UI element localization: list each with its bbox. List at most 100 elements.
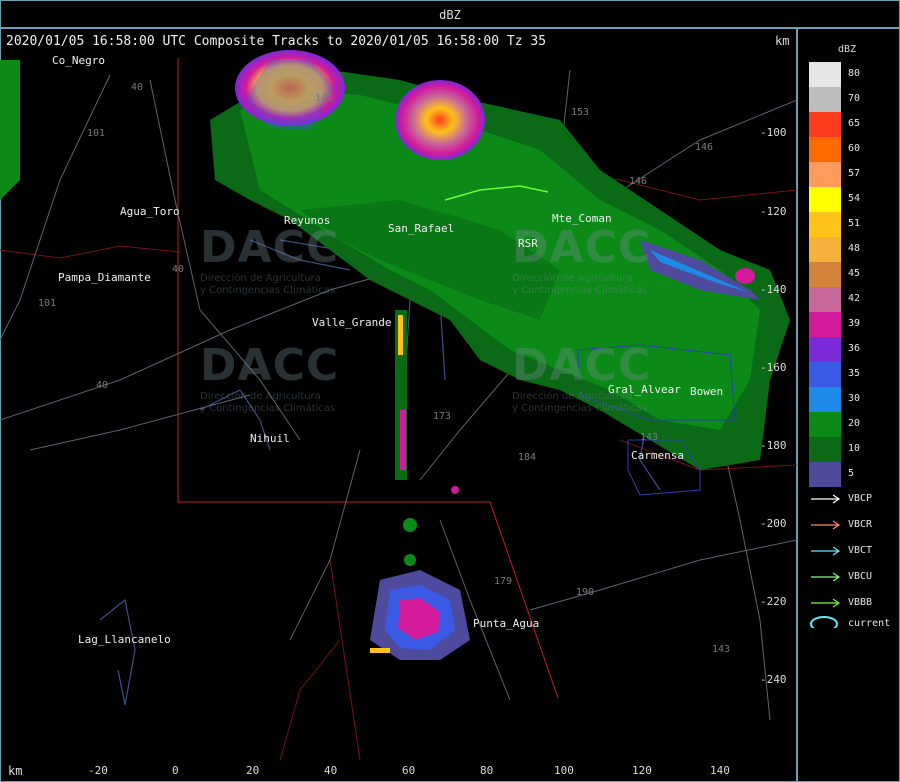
legend-level-label: 30 xyxy=(848,393,861,404)
legend-level-label: 51 xyxy=(848,218,861,229)
legend-level-label: 60 xyxy=(848,143,861,154)
place-label: Valle_Grande xyxy=(312,316,392,329)
dacc-watermark-2: DACC Dirección de Agricultura y Continge… xyxy=(200,340,340,414)
legend-swatch xyxy=(809,62,841,87)
legend-swatch xyxy=(809,387,841,412)
place-label: RSR xyxy=(518,237,538,250)
legend-swatch xyxy=(809,212,841,237)
legend-level-label: 35 xyxy=(848,368,861,379)
legend-swatch xyxy=(809,237,841,262)
dacc-watermark-4: DACC Dirección de Agricultura y Continge… xyxy=(512,340,652,414)
road-label: 179 xyxy=(494,576,513,587)
road-label: 101 xyxy=(38,298,57,309)
track-arrow-icon xyxy=(811,572,841,582)
dacc-watermark-1: DACC Dirección de Agricultura y Continge… xyxy=(200,222,340,296)
road-label: 101 xyxy=(87,128,106,139)
place-label: Reyunos xyxy=(284,214,331,227)
road-label: 190 xyxy=(576,587,595,598)
road-label: 40 xyxy=(131,82,144,93)
x-tick-label: 140 xyxy=(710,764,730,777)
road-label: 143 xyxy=(640,432,659,443)
road-label: 153 xyxy=(571,107,590,118)
legend-level-label: 10 xyxy=(848,443,861,454)
southern-cells xyxy=(370,310,470,660)
y-tick-label: -120 xyxy=(760,205,787,218)
place-label: Mte_Coman xyxy=(552,212,612,225)
road-label: 146 xyxy=(695,142,714,153)
legend-swatch xyxy=(809,287,841,312)
storm-core-north xyxy=(395,80,485,160)
legend-level-label: 39 xyxy=(848,318,861,329)
road-label: 184 xyxy=(518,452,537,463)
legend-swatch xyxy=(809,362,841,387)
road-label: 143 xyxy=(712,644,731,655)
track-label: VBCR xyxy=(848,519,873,530)
legend-level-label: 80 xyxy=(848,68,861,79)
track-arrow-icon xyxy=(811,494,841,504)
legend-level-label: 57 xyxy=(848,168,861,179)
track-arrow-icon xyxy=(811,598,841,608)
road-label: 40 xyxy=(172,264,185,275)
legend-swatch xyxy=(809,187,841,212)
header-title: dBZ xyxy=(439,8,461,22)
y-tick-label: -180 xyxy=(760,439,787,452)
legend-swatch xyxy=(809,112,841,137)
place-label: Lag_Llancanelo xyxy=(78,633,171,646)
map-title: 2020/01/05 16:58:00 UTC Composite Tracks… xyxy=(6,34,547,49)
radar-map[interactable] xyxy=(0,50,797,762)
x-tick-label: 120 xyxy=(632,764,652,777)
place-label: Agua_Toro xyxy=(120,205,180,218)
place-label: Carmensa xyxy=(631,449,684,462)
legend-swatch xyxy=(809,462,841,487)
place-label: Gral_Alvear xyxy=(608,383,681,396)
track-label: VBCT xyxy=(848,545,873,556)
legend-level-label: 20 xyxy=(848,418,861,429)
legend-level-label: 45 xyxy=(848,268,861,279)
track-arrow-icon xyxy=(811,520,841,530)
road-label: 173 xyxy=(433,411,452,422)
legend-swatch xyxy=(809,337,841,362)
legend-level-label: 65 xyxy=(848,118,861,129)
y-tick-label: -220 xyxy=(760,595,787,608)
dacc-watermark-3: DACC Dirección de Agricultura y Continge… xyxy=(512,222,652,296)
place-label: Punta_Agua xyxy=(473,617,540,630)
y-tick-label: -160 xyxy=(760,361,787,374)
legend-level-label: 54 xyxy=(848,193,861,204)
road-label: 146 xyxy=(629,176,648,187)
legend-level-label: 42 xyxy=(848,293,861,304)
road-label: 143 xyxy=(315,93,334,104)
legend-swatch xyxy=(809,312,841,337)
x-tick-label: 0 xyxy=(172,764,179,777)
y-tick-label: -240 xyxy=(760,673,787,686)
legend-title: dBZ xyxy=(838,44,857,55)
legend-swatch xyxy=(809,412,841,437)
legend-level-label: 70 xyxy=(848,93,861,104)
legend-swatch xyxy=(809,137,841,162)
x-tick-label: 20 xyxy=(246,764,260,777)
y-tick-label: -140 xyxy=(760,283,787,296)
x-tick-label: 80 xyxy=(480,764,494,777)
place-label: Co_Negro xyxy=(52,54,105,67)
legend-level-label: 36 xyxy=(848,343,861,354)
y-tick-label: -200 xyxy=(760,517,787,530)
km-unit-bottom: km xyxy=(8,764,23,778)
km-unit-top: km xyxy=(775,34,790,48)
track-label: VBCU xyxy=(848,571,873,582)
track-label: VBBB xyxy=(848,597,873,608)
track-arrow-icon xyxy=(811,546,841,556)
track-label: VBCP xyxy=(848,493,873,504)
place-label: Pampa_Diamante xyxy=(58,271,151,284)
x-tick-label: 60 xyxy=(402,764,416,777)
x-tick-label: 40 xyxy=(324,764,338,777)
road-label: 40 xyxy=(96,380,109,391)
legend-swatch xyxy=(809,162,841,187)
top-bar: dBZ xyxy=(0,0,900,28)
legend-level-label: 5 xyxy=(848,468,855,479)
legend-level-label: 48 xyxy=(848,243,861,254)
place-label: Bowen xyxy=(690,385,724,398)
current-label: current xyxy=(848,618,891,629)
current-ellipse-icon xyxy=(810,616,838,628)
x-tick-label: 100 xyxy=(554,764,574,777)
legend-swatch xyxy=(809,437,841,462)
place-label: Nihuil xyxy=(250,432,290,445)
